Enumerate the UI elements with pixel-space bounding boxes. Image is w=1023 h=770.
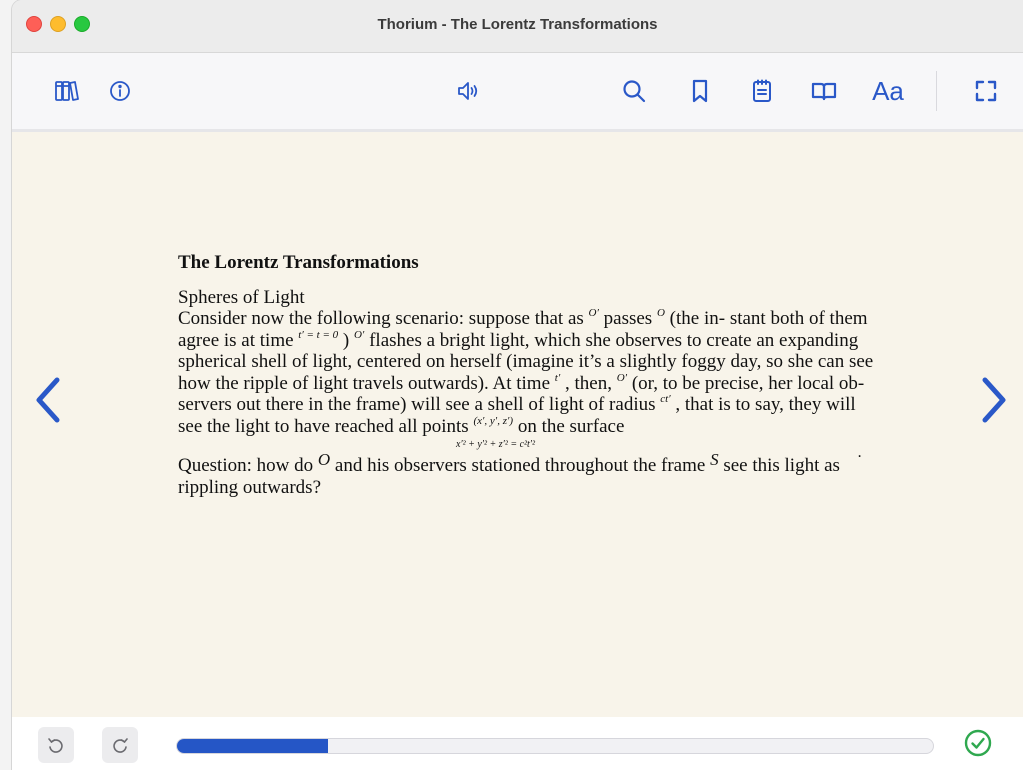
reader-footer [12,717,1023,770]
question-paragraph: Question: how do O and his observers sta… [178,451,878,498]
chevron-right-icon [982,377,1006,423]
app-window: Thorium - The Lorentz Transformations Aa… [12,0,1023,770]
info-button[interactable] [104,75,136,107]
math-inline: O [317,450,331,469]
redo-icon [113,738,128,753]
search-button[interactable] [618,75,650,107]
reading-progress-bar[interactable] [176,738,934,754]
bookmark-icon [692,79,708,103]
open-book-icon [811,82,837,101]
history-forward-button[interactable] [102,727,138,763]
library-button[interactable] [50,75,82,107]
math-inline: t′ = t = 0 [298,328,339,341]
text-run: Question: how do [178,455,314,476]
previous-page-button[interactable] [28,368,68,432]
chapter-title: The Lorentz Transformations [178,252,419,273]
section-title: Spheres of Light [178,286,305,308]
math-inline: O [656,307,665,319]
info-icon [110,81,130,101]
search-icon [623,80,646,103]
annotations-button[interactable] [746,75,778,107]
math-inline: O′ [353,328,365,341]
text-run: , then, [564,372,612,394]
text-run: ) [342,329,350,351]
display-equation: x′² + y′² + z′² = c²t′² . [456,439,878,461]
toc-button[interactable] [808,75,840,107]
reading-progress-fill [177,739,329,753]
history-back-button[interactable] [38,727,74,763]
math-inline: (x′, y′, z′) [473,414,514,427]
text-run: and his observers stationed throughout t… [334,455,706,476]
text-run: Consider now the following scenario: sup… [178,308,584,329]
toolbar-divider [936,71,937,111]
body-paragraph: Consider now the following scenario: sup… [178,308,878,437]
check-circle-icon [964,729,992,757]
text-run: on the surface [517,415,625,437]
math-inline: t′ [554,371,561,384]
fullscreen-icon [975,80,997,102]
math-inline: O′ [616,371,628,384]
text-settings-label: Aa [872,76,904,106]
fullscreen-button[interactable] [970,75,1002,107]
math-inline: O′ [588,307,599,319]
title-bar: Thorium - The Lorentz Transformations [12,0,1023,53]
math-inline: ct′ [660,393,671,405]
chevron-left-icon [36,377,60,423]
book-page: The Lorentz Transformations Spheres of L… [178,252,878,498]
math-inline: S [710,450,719,469]
books-icon [55,81,79,101]
equation-text: x′² + y′² + z′² = c²t′² [456,439,535,450]
reader-toolbar: Aa [12,53,1023,132]
undo-icon [48,738,63,753]
text-run: passes [603,308,653,329]
notes-icon [753,79,771,102]
next-page-button[interactable] [974,368,1014,432]
text-settings-button[interactable]: Aa [866,75,910,107]
window-title: Thorium - The Lorentz Transformations [377,16,658,33]
speaker-icon [458,82,478,100]
bookmark-button[interactable] [684,75,716,107]
read-aloud-button[interactable] [452,75,484,107]
reading-area: The Lorentz Transformations Spheres of L… [12,132,1023,717]
